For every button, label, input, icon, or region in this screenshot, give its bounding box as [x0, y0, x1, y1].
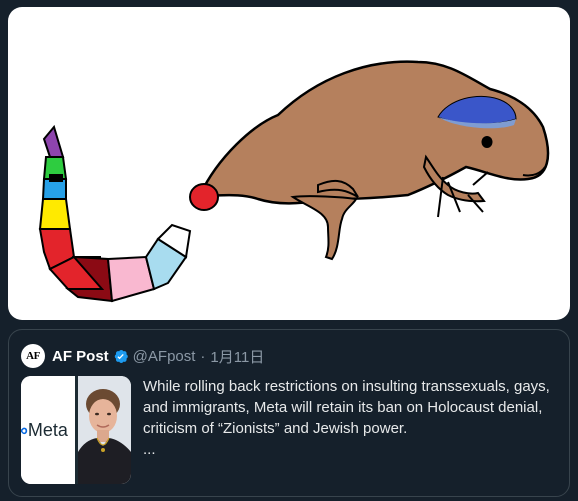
person-photo	[75, 376, 131, 484]
quoted-tweet-text: While rolling back restrictions on insul…	[143, 376, 557, 460]
separator: ·	[200, 347, 206, 365]
meta-logo: ∞Meta	[21, 376, 75, 484]
lizard-back-leg	[290, 195, 358, 261]
tweet-body: While rolling back restrictions on insul…	[143, 378, 550, 437]
quoted-tweet-header: AF AF Post @AFpost · 1月11日	[21, 344, 264, 368]
handle[interactable]: @AFpost	[133, 348, 196, 365]
rainbow-tail	[38, 124, 192, 303]
meta-wordmark: Meta	[27, 420, 68, 440]
verified-badge-icon	[114, 349, 128, 363]
lizard-body	[198, 60, 550, 205]
quoted-tweet-thumbnail[interactable]: ∞Meta	[21, 376, 131, 484]
meta-infinity-icon: ∞	[21, 420, 28, 440]
avatar[interactable]: AF	[21, 344, 45, 368]
timestamp[interactable]: 1月11日	[210, 346, 264, 367]
tail-stump	[189, 183, 219, 211]
quoted-tweet-card[interactable]: AF AF Post @AFpost · 1月11日 ∞Meta While r…	[8, 329, 570, 497]
lizard-drawing	[38, 60, 550, 303]
show-more-ellipsis[interactable]: ...	[143, 439, 557, 460]
lizard-eye	[481, 136, 493, 148]
display-name[interactable]: AF Post	[52, 348, 109, 365]
attached-image[interactable]	[8, 7, 570, 320]
